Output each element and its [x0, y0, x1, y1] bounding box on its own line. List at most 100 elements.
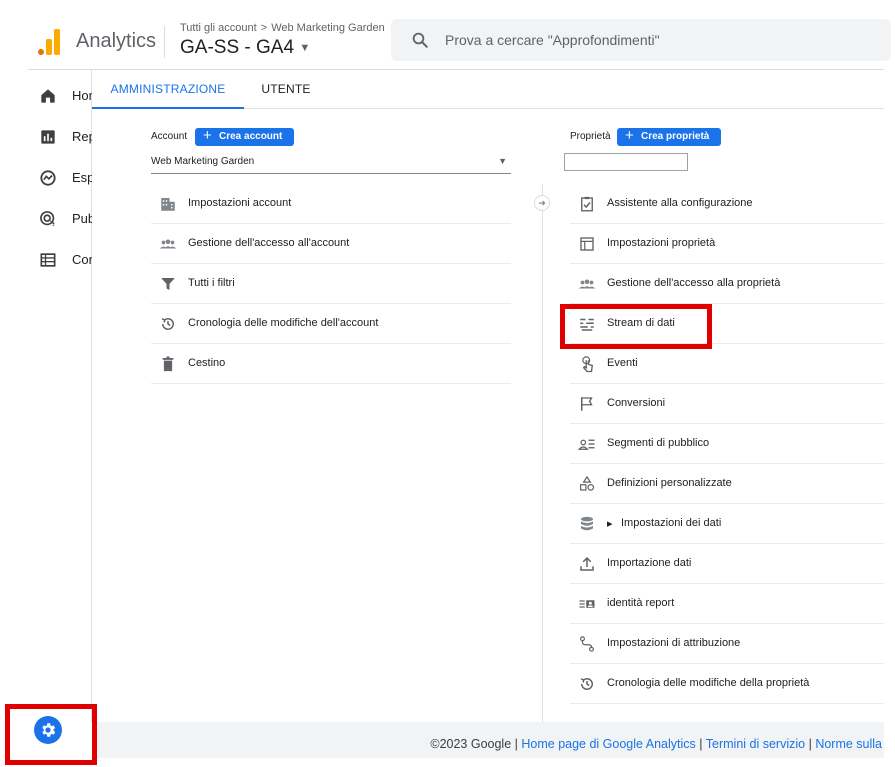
rail-item-label: Home — [72, 88, 92, 103]
property-item-reporting-identity[interactable]: identità report — [570, 584, 884, 624]
property-item-attribution-settings[interactable]: Impostazioni di attribuzione — [570, 624, 884, 664]
reports-icon — [41, 130, 55, 144]
footer-separator: | — [511, 737, 522, 751]
account-item-access-management[interactable]: Gestione dell'accesso all'account — [151, 224, 511, 264]
property-item-data-import[interactable]: Importazione dati — [570, 544, 884, 584]
chevron-right-icon: > — [257, 22, 271, 34]
property-selector[interactable]: GA-SS - GA4 ▼ — [180, 37, 310, 59]
account-item-label: Gestione dell'accesso all'account — [188, 237, 350, 249]
rail-item-label: Configura — [72, 252, 92, 267]
reporting-identity-icon — [579, 600, 595, 608]
property-item-setup-assistant[interactable]: Assistente alla configurazione — [570, 184, 884, 224]
property-item-label: Definizioni personalizzate — [607, 477, 732, 489]
account-item-label: Tutti i filtri — [188, 277, 235, 289]
account-item-label: Cestino — [188, 357, 226, 369]
property-item-conversions[interactable]: Conversioni — [570, 384, 884, 424]
account-item-label: Impostazioni account — [188, 197, 292, 209]
footer: ©2023 Google | Home page di Google Analy… — [92, 722, 884, 758]
people-icon — [159, 239, 177, 249]
property-item-label: Impostazioni proprietà — [607, 237, 716, 249]
analytics-logo[interactable] — [38, 27, 62, 55]
account-item-label: Cronologia delle modifiche dell'account — [188, 317, 379, 329]
plus-icon: + — [203, 127, 212, 144]
account-item-all-filters[interactable]: Tutti i filtri — [151, 264, 511, 304]
breadcrumb[interactable]: Tutti gli account > Web Marketing Garden — [180, 22, 385, 34]
shapes-icon — [580, 475, 595, 491]
property-item-label: Stream di dati — [607, 317, 675, 329]
search-bar[interactable]: Prova a cercare "Approfondimenti" — [391, 19, 891, 61]
footer-separator: | — [805, 737, 816, 751]
touch-icon — [582, 356, 593, 373]
property-item-events[interactable]: Eventi — [570, 344, 884, 384]
footer-separator: | — [695, 737, 706, 751]
history-icon — [161, 317, 174, 330]
rail-item-advertising[interactable]: Pubblicità — [28, 199, 92, 239]
search-icon — [412, 32, 428, 48]
account-item-settings[interactable]: Impostazioni account — [151, 184, 511, 224]
property-item-label: Assistente alla configurazione — [607, 197, 753, 209]
property-item-settings[interactable]: Impostazioni proprietà — [570, 224, 884, 264]
property-item-label: Eventi — [607, 357, 638, 369]
data-streams-icon — [580, 318, 594, 331]
create-property-label: Crea proprietà — [641, 131, 710, 142]
property-item-change-history[interactable]: Cronologia delle modifiche della proprie… — [570, 664, 884, 704]
property-settings-icon — [580, 237, 594, 251]
breadcrumb-all-accounts[interactable]: Tutti gli account — [180, 22, 257, 34]
property-item-label: Segmenti di pubblico — [607, 437, 710, 449]
account-column-label: Account — [151, 131, 188, 142]
account-item-change-history[interactable]: Cronologia delle modifiche dell'account — [151, 304, 511, 344]
collapse-arrow-icon[interactable]: ➜ — [534, 195, 550, 211]
advertising-icon — [40, 211, 55, 226]
footer-link-home[interactable]: Home page di Google Analytics — [521, 737, 695, 751]
footer-link-terms[interactable]: Termini di servizio — [706, 737, 805, 751]
property-item-audiences[interactable]: Segmenti di pubblico — [570, 424, 884, 464]
property-item-label: identità report — [607, 597, 675, 609]
property-item-custom-definitions[interactable]: Definizioni personalizzate — [570, 464, 884, 504]
rail-item-explore[interactable]: Esplora — [28, 158, 92, 198]
property-item-label: Impostazioni di attribuzione — [607, 637, 741, 649]
create-property-button[interactable]: + Crea proprietà — [617, 127, 722, 146]
filter-icon — [161, 278, 175, 290]
plus-icon: + — [625, 127, 634, 144]
account-item-trash[interactable]: Cestino — [151, 344, 511, 384]
app-name: Analytics — [76, 30, 157, 52]
history-icon — [580, 677, 593, 690]
property-item-access-management[interactable]: Gestione dell'accesso alla proprietà — [570, 264, 884, 304]
gear-icon — [42, 723, 56, 737]
audience-icon — [578, 439, 595, 450]
top-header: Analytics Tutti gli account > Web Market… — [28, 12, 891, 70]
configure-icon — [40, 253, 56, 267]
create-account-button[interactable]: + Crea account — [195, 127, 295, 146]
rail-item-reports[interactable]: Report — [28, 117, 92, 157]
tab-administration[interactable]: AMMINISTRAZIONE — [92, 70, 244, 109]
explore-icon — [40, 170, 56, 186]
footer-text: ©2023 Google | Home page di Google Analy… — [430, 737, 882, 751]
column-divider — [542, 184, 543, 722]
property-item-data-settings[interactable]: ▸ Impostazioni dei dati — [570, 504, 884, 544]
header-divider — [164, 26, 165, 58]
selected-account: Web Marketing Garden — [151, 156, 255, 167]
footer-link-privacy[interactable]: Norme sulla — [815, 737, 882, 751]
expand-triangle-icon[interactable]: ▸ — [607, 517, 613, 530]
rail-item-home[interactable]: Home — [28, 76, 92, 116]
rail-item-configure[interactable]: Configura — [28, 240, 92, 280]
property-item-label: Gestione dell'accesso alla proprietà — [607, 277, 781, 289]
trash-icon — [162, 356, 174, 372]
admin-panel: AMMINISTRAZIONE UTENTE Account + Crea ac… — [92, 70, 884, 722]
breadcrumb-account[interactable]: Web Marketing Garden — [271, 22, 385, 34]
tab-user[interactable]: UTENTE — [244, 70, 328, 109]
property-item-data-streams[interactable]: Stream di dati — [570, 304, 884, 344]
database-icon — [581, 516, 593, 531]
checklist-icon — [581, 196, 593, 212]
property-column-label: Proprietà — [570, 131, 611, 142]
flag-icon — [581, 397, 593, 411]
admin-gear-button[interactable] — [34, 716, 62, 744]
property-selector-box[interactable] — [564, 153, 688, 171]
left-nav-rail: Home Report Esplora Pubblicità Configura — [28, 70, 92, 722]
attribution-icon — [580, 636, 594, 652]
rail-item-label: Pubblicità — [72, 211, 92, 226]
property-item-label: Importazione dati — [607, 557, 692, 569]
building-icon — [161, 198, 175, 211]
property-item-label: Impostazioni dei dati — [621, 517, 722, 529]
account-selector[interactable]: Web Marketing Garden ▼ — [151, 152, 511, 174]
